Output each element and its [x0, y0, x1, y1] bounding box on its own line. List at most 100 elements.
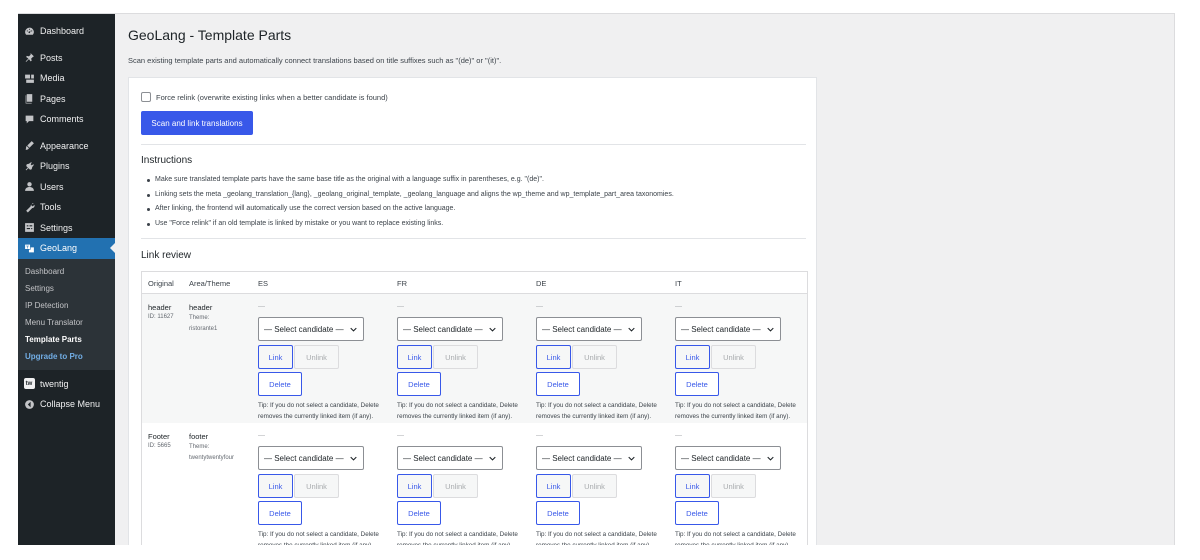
- chevron-down-icon: [767, 327, 774, 332]
- instruction-item: Make sure translated template parts have…: [147, 173, 674, 188]
- link-button[interactable]: Link: [536, 474, 571, 498]
- column-header-de: DE: [536, 279, 547, 288]
- area-name: header: [189, 303, 213, 312]
- geolang-submenu: Dashboard Settings IP Detection Menu Tra…: [18, 258, 115, 370]
- candidate-select[interactable]: — Select candidate —: [675, 317, 781, 341]
- tip-text: Tip: If you do not select a candidate, D…: [536, 531, 657, 545]
- sidebar-item-label: twentig: [40, 378, 69, 389]
- lang-cell-de: — — Select candidate — Link Unlink Delet…: [536, 432, 668, 545]
- sidebar-item-label: Pages: [40, 93, 66, 104]
- sidebar-item-label: Tools: [40, 202, 62, 213]
- delete-button[interactable]: Delete: [536, 372, 580, 396]
- force-relink-option[interactable]: Force relink (overwrite existing links w…: [141, 92, 388, 102]
- candidate-select[interactable]: — Select candidate —: [675, 446, 781, 470]
- sidebar-item-tools[interactable]: Tools: [18, 197, 115, 218]
- unlink-button[interactable]: Unlink: [711, 474, 756, 498]
- tip-text: Tip: If you do not select a candidate, D…: [397, 531, 518, 545]
- delete-button[interactable]: Delete: [675, 372, 719, 396]
- force-relink-checkbox[interactable]: [141, 92, 151, 102]
- collapse-menu-button[interactable]: Collapse Menu: [18, 394, 115, 415]
- delete-button[interactable]: Delete: [397, 372, 441, 396]
- unlink-button[interactable]: Unlink: [572, 474, 617, 498]
- lang-cell-fr: — — Select candidate — Link Unlink Delet…: [397, 303, 529, 423]
- instruction-item: After linking, the frontend will automat…: [147, 202, 674, 217]
- sidebar-item-twentig[interactable]: tw twentig: [18, 374, 115, 395]
- link-button[interactable]: Link: [258, 345, 293, 369]
- link-button[interactable]: Link: [397, 474, 432, 498]
- sidebar-item-comments[interactable]: Comments: [18, 109, 115, 130]
- sidebar-item-label: Collapse Menu: [40, 399, 101, 410]
- submenu-item-menu-translator[interactable]: Menu Translator: [18, 314, 115, 331]
- instructions-list: Make sure translated template parts have…: [141, 173, 674, 231]
- translate-icon: [23, 242, 35, 254]
- tip-text: Tip: If you do not select a candidate, D…: [675, 402, 796, 420]
- sidebar-item-appearance[interactable]: Appearance: [18, 136, 115, 157]
- sidebar-item-users[interactable]: Users: [18, 177, 115, 198]
- original-id: ID: 11627: [148, 314, 174, 320]
- table-row: header ID: 11627 header Theme: ristorant…: [142, 294, 807, 423]
- sidebar-item-posts[interactable]: Posts: [18, 48, 115, 69]
- sidebar-item-label: GeoLang: [40, 243, 78, 254]
- unlink-button[interactable]: Unlink: [572, 345, 617, 369]
- table-row: Footer ID: 5665 footer Theme: twentytwen…: [142, 423, 807, 545]
- sidebar-item-settings[interactable]: Settings: [18, 218, 115, 239]
- chevron-down-icon: [489, 327, 496, 332]
- submenu-item-dashboard[interactable]: Dashboard: [18, 263, 115, 280]
- lang-cell-it: — — Select candidate — Link Unlink Delet…: [675, 432, 807, 545]
- main-content: GeoLang - Template Parts Scan existing t…: [115, 14, 1174, 545]
- submenu-item-ip-detection[interactable]: IP Detection: [18, 297, 115, 314]
- collapse-icon: [23, 398, 35, 410]
- instructions-heading: Instructions: [141, 155, 193, 166]
- submenu-item-settings[interactable]: Settings: [18, 280, 115, 297]
- delete-button[interactable]: Delete: [536, 501, 580, 525]
- unlink-button[interactable]: Unlink: [294, 474, 339, 498]
- link-review-table: Original Area/Theme ES FR DE IT header I…: [141, 271, 808, 545]
- delete-button[interactable]: Delete: [258, 372, 302, 396]
- scan-and-link-button[interactable]: Scan and link translations: [141, 111, 253, 135]
- instruction-item: Use "Force relink" if an old template is…: [147, 217, 674, 232]
- submenu-item-upgrade-to-pro[interactable]: Upgrade to Pro: [18, 348, 115, 365]
- link-button[interactable]: Link: [675, 345, 710, 369]
- force-relink-label: Force relink (overwrite existing links w…: [156, 92, 388, 102]
- unlink-button[interactable]: Unlink: [711, 345, 756, 369]
- instruction-item: Linking sets the meta _geolang_translati…: [147, 188, 674, 203]
- sidebar-item-label: Media: [40, 73, 65, 84]
- delete-button[interactable]: Delete: [675, 501, 719, 525]
- unlink-button[interactable]: Unlink: [433, 474, 478, 498]
- candidate-select[interactable]: — Select candidate —: [397, 446, 503, 470]
- lang-cell-de: — — Select candidate — Link Unlink Delet…: [536, 303, 668, 423]
- unlink-button[interactable]: Unlink: [294, 345, 339, 369]
- link-button[interactable]: Link: [258, 474, 293, 498]
- delete-button[interactable]: Delete: [397, 501, 441, 525]
- tip-text: Tip: If you do not select a candidate, D…: [536, 402, 657, 420]
- settings-card: Force relink (overwrite existing links w…: [128, 77, 817, 545]
- chevron-down-icon: [489, 456, 496, 461]
- sidebar-item-label: Posts: [40, 52, 63, 63]
- candidate-select[interactable]: — Select candidate —: [258, 446, 364, 470]
- theme-info: Theme: twentytwentyfour: [189, 444, 235, 461]
- sidebar-item-plugins[interactable]: Plugins: [18, 156, 115, 177]
- candidate-select[interactable]: — Select candidate —: [536, 446, 642, 470]
- chevron-down-icon: [350, 327, 357, 332]
- sidebar-item-label: Comments: [40, 114, 84, 125]
- sidebar-item-media[interactable]: Media: [18, 68, 115, 89]
- original-id: ID: 5665: [148, 443, 171, 449]
- candidate-select[interactable]: — Select candidate —: [536, 317, 642, 341]
- sidebar-item-dashboard[interactable]: Dashboard: [18, 21, 115, 42]
- sidebar-item-geolang[interactable]: GeoLang: [18, 238, 116, 259]
- submenu-item-template-parts[interactable]: Template Parts: [18, 331, 115, 348]
- lang-cell-fr: — — Select candidate — Link Unlink Delet…: [397, 432, 529, 545]
- admin-sidebar: Dashboard Posts Media Pages Comments App…: [18, 14, 116, 545]
- comment-icon: [23, 113, 35, 125]
- delete-button[interactable]: Delete: [258, 501, 302, 525]
- link-button[interactable]: Link: [675, 474, 710, 498]
- wrench-icon: [23, 201, 35, 213]
- candidate-select[interactable]: — Select candidate —: [397, 317, 503, 341]
- sidebar-item-pages[interactable]: Pages: [18, 89, 115, 110]
- media-icon: [23, 72, 35, 84]
- unlink-button[interactable]: Unlink: [433, 345, 478, 369]
- link-button[interactable]: Link: [397, 345, 432, 369]
- link-button[interactable]: Link: [536, 345, 571, 369]
- candidate-select[interactable]: — Select candidate —: [258, 317, 364, 341]
- theme-info: Theme: ristorante1: [189, 315, 218, 332]
